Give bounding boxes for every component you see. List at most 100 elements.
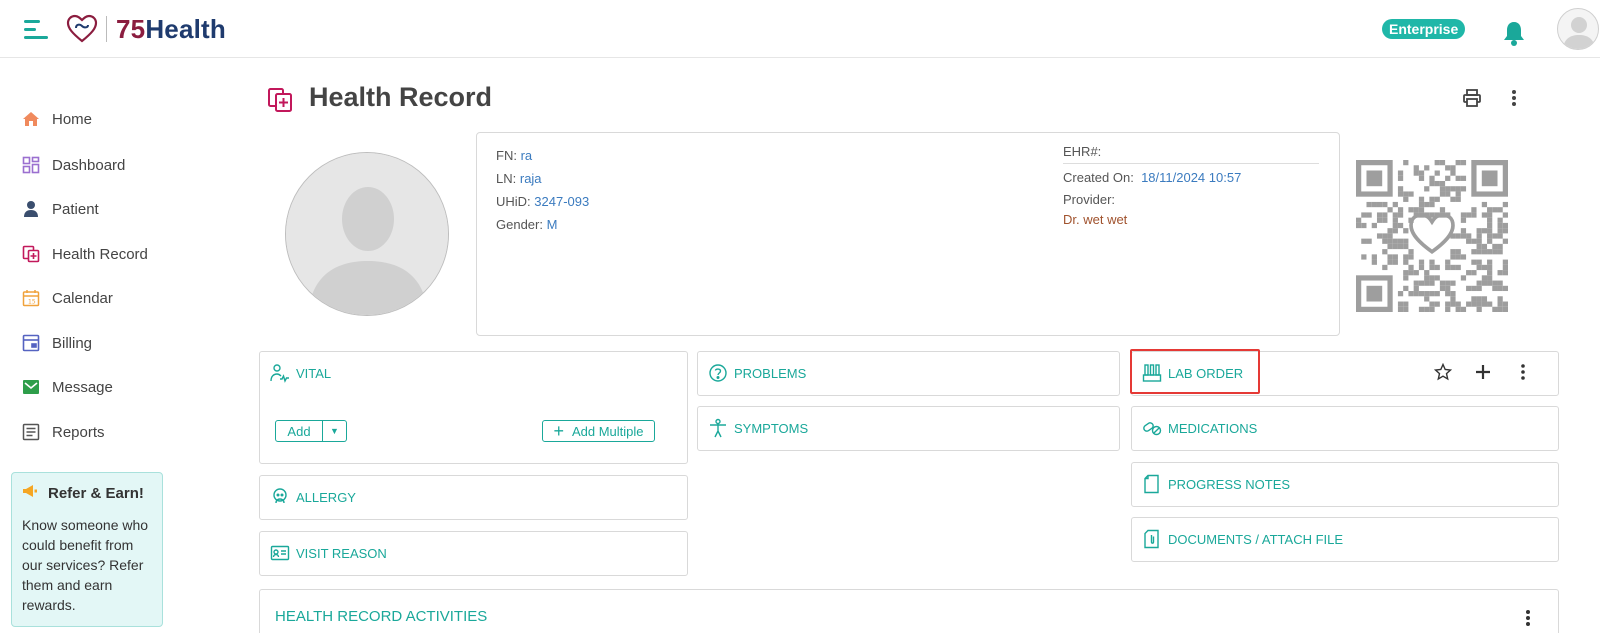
documents-title: DOCUMENTS / ATTACH FILE — [1168, 531, 1344, 547]
progress-notes-panel[interactable]: PROGRESS NOTES — [1131, 462, 1559, 507]
add-multiple-button[interactable]: + Add Multiple — [542, 420, 655, 442]
vital-add-group: Add ▼ — [275, 420, 347, 442]
created-on-label: Created On: — [1063, 170, 1134, 185]
visit-reason-panel[interactable]: VISIT REASON — [259, 531, 688, 576]
sidebar-item-message[interactable]: Message — [22, 375, 113, 399]
medications-header[interactable]: MEDICATIONS — [1142, 418, 1257, 438]
uhid-value: 3247-093 — [534, 194, 590, 209]
megaphone-icon — [22, 483, 38, 503]
progress-notes-header[interactable]: PROGRESS NOTES — [1142, 474, 1290, 494]
more-options-icon[interactable] — [1508, 88, 1520, 108]
sidebar-item-label: Dashboard — [52, 156, 126, 174]
sidebar-item-label: Billing — [52, 334, 93, 352]
progress-notes-title: PROGRESS NOTES — [1168, 476, 1291, 492]
pill-icon — [1142, 418, 1162, 438]
health-record-activities-panel[interactable]: HEALTH RECORD ACTIVITIES — [259, 589, 1559, 633]
star-icon[interactable] — [1432, 361, 1454, 383]
reports-icon — [22, 423, 40, 441]
lab-order-header[interactable]: LAB ORDER — [1142, 363, 1243, 383]
problems-header[interactable]: PROBLEMS — [708, 363, 806, 383]
vital-title: VITAL — [296, 365, 332, 381]
sidebar-item-health-record[interactable]: Health Record — [22, 242, 148, 266]
patient-icon — [22, 200, 40, 218]
vital-signs-icon — [270, 363, 290, 383]
symptoms-header[interactable]: SYMPTOMS — [708, 418, 808, 438]
refer-earn-card[interactable]: Refer & Earn! Know someone who could ben… — [11, 472, 163, 627]
vital-header[interactable]: VITAL — [270, 363, 331, 383]
lab-order-panel[interactable]: LAB ORDER — [1131, 351, 1559, 396]
vital-panel: VITAL Add ▼ + Add Multiple — [259, 351, 688, 464]
first-name-label: FN: — [496, 148, 517, 163]
provider-label: Provider: — [1063, 192, 1116, 207]
brand-name: Health — [145, 14, 226, 44]
sidebar-item-billing[interactable]: Billing — [22, 331, 92, 355]
symptoms-panel[interactable]: SYMPTOMS — [697, 406, 1120, 451]
lab-order-icon — [1142, 363, 1162, 383]
add-multiple-label: Add Multiple — [571, 423, 644, 439]
ehr-label: EHR#: — [1063, 144, 1102, 159]
sidebar-item-label: Reports — [52, 423, 105, 441]
created-on-value: 18/11/2024 10:57 — [1141, 170, 1242, 185]
uhid-label: UHiD: — [496, 194, 531, 209]
patient-photo — [285, 152, 449, 316]
symptoms-title: SYMPTOMS — [734, 420, 809, 436]
caret-down-icon: ▼ — [330, 426, 339, 436]
problems-title: PROBLEMS — [734, 365, 807, 381]
message-icon — [22, 378, 40, 396]
sidebar-item-reports[interactable]: Reports — [22, 420, 105, 444]
hamburger-menu-icon[interactable] — [24, 20, 48, 40]
sidebar-item-dashboard[interactable]: Dashboard — [22, 153, 125, 177]
print-icon[interactable] — [1462, 88, 1482, 108]
more-options-icon[interactable] — [1522, 608, 1534, 628]
logo-divider — [106, 16, 107, 42]
problems-panel[interactable]: PROBLEMS — [697, 351, 1120, 396]
symptoms-icon — [708, 418, 728, 438]
bell-icon[interactable] — [1502, 20, 1526, 46]
visit-reason-icon — [270, 543, 290, 563]
home-icon — [22, 110, 40, 128]
sidebar-item-label: Message — [52, 378, 113, 396]
sidebar-item-home[interactable]: Home — [22, 107, 92, 131]
last-name-value: raja — [519, 171, 542, 186]
qr-code — [1356, 160, 1508, 312]
patient-silhouette-icon — [286, 153, 448, 315]
refer-title-text: Refer & Earn! — [48, 484, 144, 502]
plan-badge: Enterprise — [1382, 19, 1466, 39]
plus-icon: + — [553, 421, 564, 441]
medications-panel[interactable]: MEDICATIONS — [1131, 406, 1559, 451]
attach-file-icon — [1142, 529, 1162, 549]
patient-details: FN: ra LN: raja UHiD: 3247-093 Gender: M — [496, 144, 589, 236]
provider-value: Dr. wet wet — [1063, 212, 1128, 227]
note-icon — [1142, 474, 1162, 494]
sidebar-item-label: Health Record — [52, 245, 148, 263]
sidebar-item-calendar[interactable]: 15 Calendar — [22, 286, 113, 310]
plus-icon[interactable] — [1472, 361, 1494, 383]
add-vital-dropdown[interactable]: ▼ — [323, 420, 347, 442]
calendar-icon: 15 — [22, 289, 40, 307]
sidebar-item-label: Calendar — [52, 289, 113, 307]
allergy-header[interactable]: ALLERGY — [270, 487, 356, 507]
medications-title: MEDICATIONS — [1168, 420, 1258, 436]
user-silhouette-icon — [1563, 17, 1595, 49]
brand-logo[interactable]: 75Health — [116, 14, 226, 45]
user-avatar[interactable] — [1557, 8, 1599, 50]
allergy-title: ALLERGY — [296, 489, 356, 505]
refer-title: Refer & Earn! — [22, 483, 152, 503]
add-vital-button[interactable]: Add — [275, 420, 323, 442]
visit-reason-header[interactable]: VISIT REASON — [270, 543, 387, 563]
gender-value: M — [546, 217, 558, 232]
documents-header[interactable]: DOCUMENTS / ATTACH FILE — [1142, 529, 1343, 549]
allergy-icon — [270, 487, 290, 507]
first-name-value: ra — [520, 148, 533, 163]
sidebar: Home Dashboard Patient Health Record 15 … — [0, 58, 170, 633]
documents-panel[interactable]: DOCUMENTS / ATTACH FILE — [1131, 517, 1559, 562]
sidebar-item-label: Home — [52, 110, 93, 128]
allergy-panel[interactable]: ALLERGY — [259, 475, 688, 520]
top-bar: 75Health Enterprise — [0, 0, 1600, 58]
more-options-icon[interactable] — [1512, 361, 1534, 383]
lab-order-actions — [1414, 361, 1534, 383]
refer-body: Know someone who could benefit from our … — [22, 517, 149, 613]
record-details: EHR#: Created On: 18/11/2024 10:57 Provi… — [1063, 142, 1319, 230]
svg-text:15: 15 — [28, 299, 36, 306]
sidebar-item-patient[interactable]: Patient — [22, 197, 99, 221]
